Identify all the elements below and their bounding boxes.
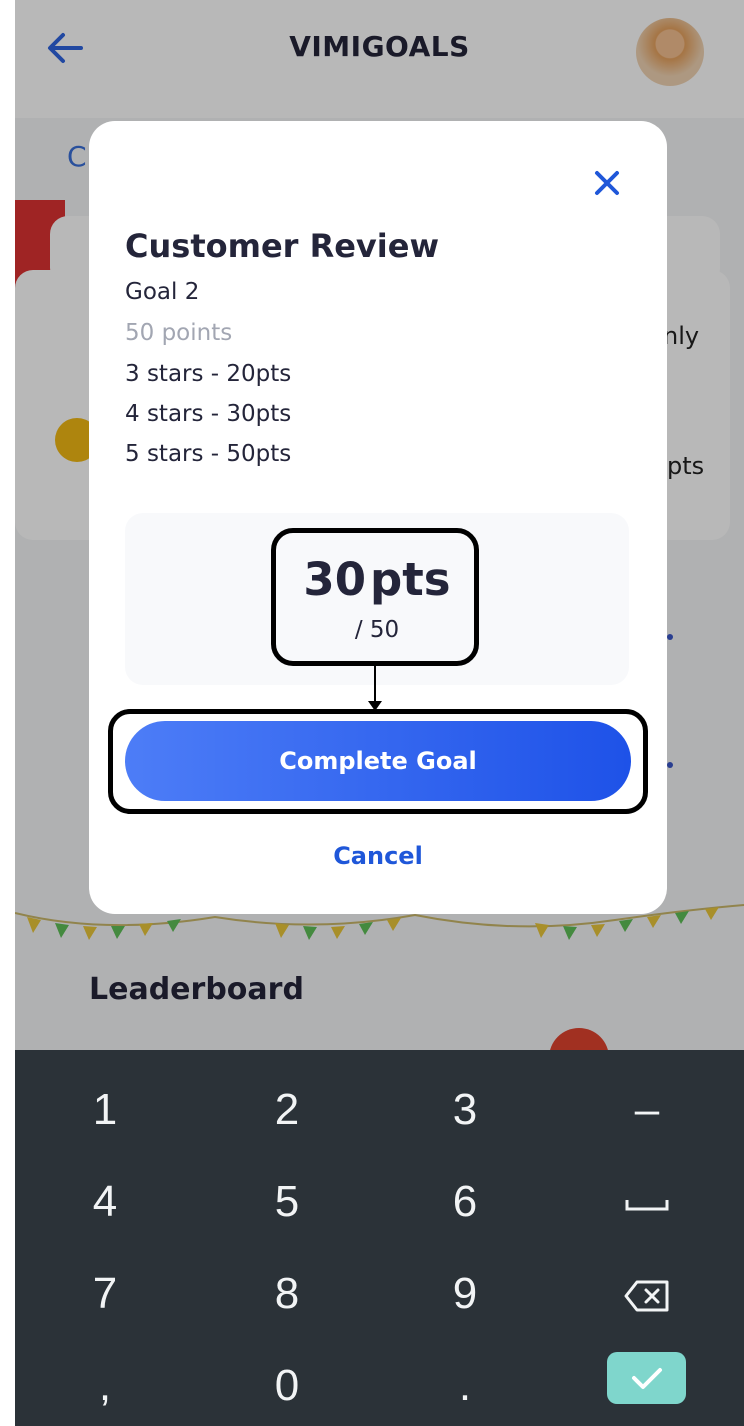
close-icon[interactable] bbox=[587, 163, 627, 203]
key-space[interactable] bbox=[557, 1156, 737, 1248]
key-comma[interactable]: , bbox=[15, 1340, 195, 1426]
tier-line: 3 stars - 20pts bbox=[125, 361, 292, 387]
tier-line: 4 stars - 30pts bbox=[125, 401, 292, 427]
key-9[interactable]: 9 bbox=[375, 1248, 555, 1340]
key-enter[interactable] bbox=[607, 1352, 686, 1404]
key-8[interactable]: 8 bbox=[197, 1248, 377, 1340]
key-2[interactable]: 2 bbox=[197, 1064, 377, 1156]
checkmark-icon bbox=[632, 1368, 662, 1389]
goal-modal: Customer Review Goal 2 50 points 3 stars… bbox=[89, 121, 667, 914]
key-1[interactable]: 1 bbox=[15, 1064, 195, 1156]
space-icon bbox=[625, 1200, 669, 1211]
goal-points: 50 points bbox=[125, 320, 233, 346]
complete-goal-button[interactable]: Complete Goal bbox=[125, 721, 631, 801]
key-3[interactable]: 3 bbox=[375, 1064, 555, 1156]
numeric-keyboard: 1 2 3 – 4 5 6 7 8 9 , 0 . bbox=[15, 1050, 744, 1426]
highlight-box-points bbox=[271, 528, 479, 666]
key-minus[interactable]: – bbox=[557, 1064, 737, 1156]
key-backspace[interactable] bbox=[557, 1248, 737, 1340]
key-7[interactable]: 7 bbox=[15, 1248, 195, 1340]
key-5[interactable]: 5 bbox=[197, 1156, 377, 1248]
backspace-icon bbox=[624, 1280, 669, 1312]
annotation-arrow bbox=[374, 666, 376, 706]
cancel-button[interactable]: Cancel bbox=[89, 842, 667, 870]
phone-screen: VIMIGOALS C nly pts Leaderboard Customer… bbox=[15, 0, 744, 1426]
key-period[interactable]: . bbox=[375, 1340, 555, 1426]
key-6[interactable]: 6 bbox=[375, 1156, 555, 1248]
goal-title: Customer Review bbox=[125, 227, 439, 265]
tier-line: 5 stars - 50pts bbox=[125, 441, 292, 467]
key-4[interactable]: 4 bbox=[15, 1156, 195, 1248]
key-0[interactable]: 0 bbox=[197, 1340, 377, 1426]
goal-number: Goal 2 bbox=[125, 279, 200, 305]
